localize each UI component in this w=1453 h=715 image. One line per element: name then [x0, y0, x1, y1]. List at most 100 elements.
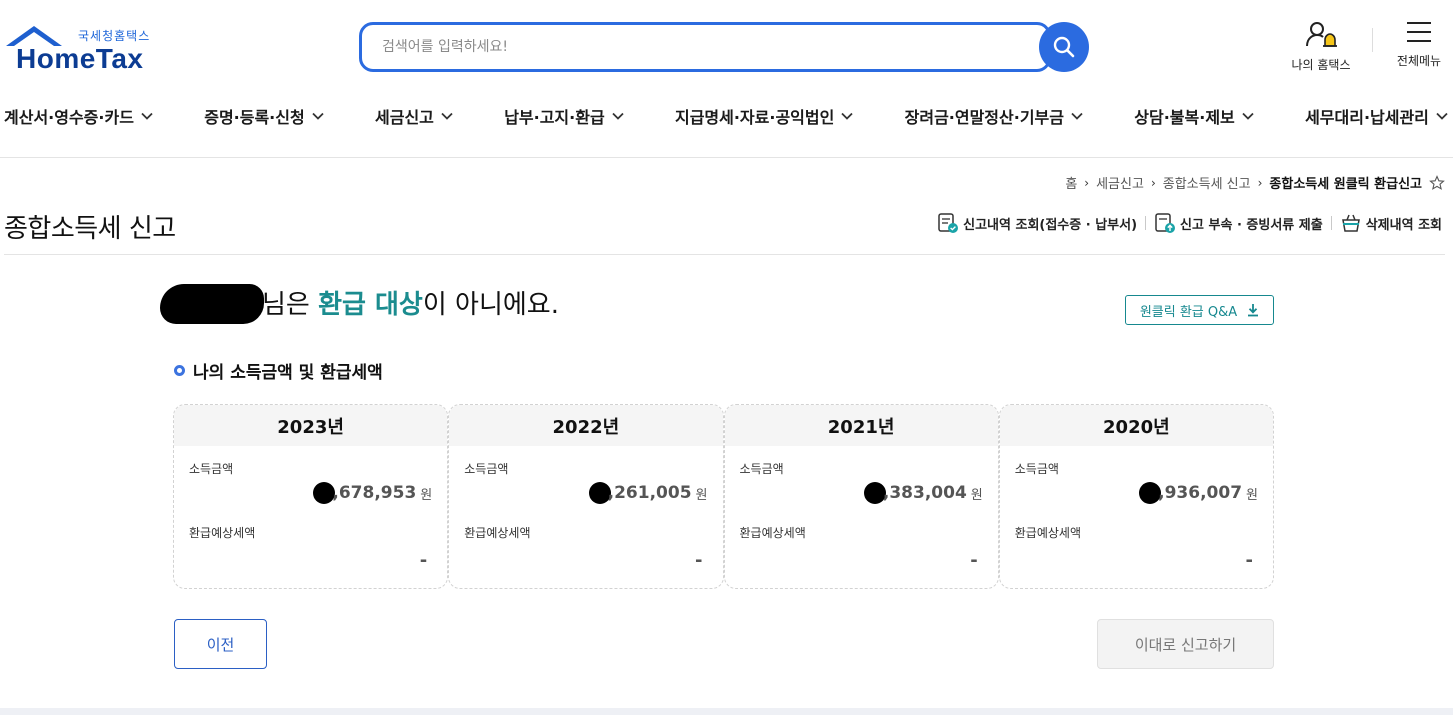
- action-divider: [1330, 216, 1332, 230]
- nav-divider: [0, 157, 1453, 158]
- chevron-down-icon: [1242, 112, 1254, 120]
- income-value: ,261,005: [607, 483, 692, 503]
- nav-item-invoices[interactable]: 계산서·영수증·카드: [4, 104, 154, 128]
- nav-item-label: 상담·불복·제보: [1134, 108, 1235, 127]
- title-divider: [4, 254, 1445, 255]
- year-card: 2023년 소득금액 ,678,953 원 환급예상세액 -: [173, 404, 449, 589]
- nav-item-tax-agent[interactable]: 세무대리·납세관리: [1305, 104, 1449, 128]
- nav-item-label: 계산서·영수증·카드: [4, 108, 134, 127]
- result-text-2: 이 아니에요.: [422, 290, 559, 320]
- year-label: 2023년: [174, 405, 448, 446]
- income-section-title: 나의 소득금액 및 환급세액: [174, 358, 383, 383]
- chevron-down-icon: [612, 112, 624, 120]
- action-divider: [1145, 216, 1147, 230]
- hometax-logo[interactable]: 국세청홈택스 HomeTax: [4, 22, 164, 74]
- nav-item-tax-filing[interactable]: 세금신고: [375, 104, 454, 128]
- chevron-down-icon: [841, 112, 853, 120]
- filing-history-link[interactable]: 신고내역 조회(접수증 · 납부서): [937, 212, 1137, 234]
- refund-label: 환급예상세액: [739, 526, 806, 540]
- result-text-1: 님은: [262, 290, 319, 320]
- nav-item-label: 장려금·연말정산·기부금: [904, 108, 1064, 127]
- nav-item-certificates[interactable]: 증명·등록·신청: [204, 104, 324, 128]
- page-actions: 신고내역 조회(접수증 · 납부서) 신고 부속 · 증빙서류 제출 삭제내역 …: [937, 212, 1442, 234]
- chevron-down-icon: [441, 112, 453, 120]
- refund-label: 환급예상세액: [189, 526, 256, 540]
- breadcrumb-current: 종합소득세 원클릭 환급신고: [1269, 177, 1422, 192]
- year-card: 2020년 소득금액 ,936,007 원 환급예상세액 -: [998, 404, 1274, 589]
- currency-unit: 원: [1246, 487, 1258, 503]
- income-value: ,678,953: [332, 483, 417, 503]
- attachment-submit-link[interactable]: 신고 부속 · 증빙서류 제출: [1154, 212, 1323, 234]
- income-amount: ,936,007 원: [1139, 482, 1258, 504]
- refund-label: 환급예상세액: [1014, 526, 1081, 540]
- download-icon: [1248, 304, 1259, 317]
- search-icon: [1053, 36, 1075, 58]
- nav-item-statements[interactable]: 지급명세·자료·공익법인: [675, 104, 854, 128]
- search-button[interactable]: [1039, 22, 1089, 72]
- nav-item-label: 세금신고: [375, 108, 434, 127]
- breadcrumb-income-tax[interactable]: 종합소득세 신고: [1163, 173, 1251, 192]
- currency-unit: 원: [420, 487, 433, 503]
- year-label: 2022년: [449, 405, 723, 446]
- chevron-down-icon: [312, 112, 324, 120]
- breadcrumb-separator: ›: [1084, 175, 1090, 190]
- logo-subtitle: 국세청홈택스: [78, 29, 151, 43]
- breadcrumb-tax-filing[interactable]: 세금신고: [1096, 173, 1144, 192]
- logo-wordmark: HomeTax: [16, 43, 144, 74]
- income-value: ,936,007: [1158, 483, 1243, 503]
- chevron-down-icon: [141, 112, 153, 120]
- yearly-income-cards: 2023년 소득금액 ,678,953 원 환급예상세액 - 2022년 소득금…: [173, 404, 1274, 589]
- income-value: ,383,004: [882, 483, 967, 503]
- year-label: 2021년: [724, 405, 998, 446]
- nav-item-payment[interactable]: 납부·고지·환급: [504, 104, 624, 128]
- breadcrumb-home[interactable]: 홈: [1065, 173, 1077, 192]
- income-label: 소득금액: [739, 462, 784, 476]
- basket-icon: [1341, 214, 1360, 232]
- income-amount: ,678,953 원: [313, 482, 432, 504]
- footer-band: [0, 708, 1453, 715]
- hamburger-icon: [1407, 22, 1431, 42]
- page-title: 종합소득세 신고: [4, 214, 176, 244]
- nav-item-label: 납부·고지·환급: [504, 108, 605, 127]
- currency-unit: 원: [695, 487, 708, 503]
- refund-result-message: 님은 환급 대상이 아니에요.: [262, 284, 559, 321]
- header-divider: [1372, 28, 1373, 52]
- breadcrumb-separator: ›: [1150, 175, 1156, 190]
- income-label: 소득금액: [464, 462, 509, 476]
- attachment-submit-label: 신고 부속 · 증빙서류 제출: [1180, 217, 1323, 233]
- refund-value: -: [419, 550, 428, 571]
- nav-item-consulting[interactable]: 상담·불복·제보: [1134, 104, 1254, 128]
- search-box: [359, 22, 1051, 72]
- nav-item-label: 세무대리·납세관리: [1305, 108, 1429, 127]
- prev-button[interactable]: 이전: [174, 619, 267, 669]
- main-nav: 계산서·영수증·카드 증명·등록·신청 세금신고 납부·고지·환급 지급명세·자…: [0, 96, 1453, 136]
- chevron-down-icon: [1071, 112, 1083, 120]
- filing-history-label: 신고내역 조회(접수증 · 납부서): [963, 217, 1138, 233]
- my-hometax-button[interactable]: 나의 홈택스: [1282, 20, 1360, 73]
- search-input[interactable]: [362, 25, 962, 69]
- refund-value: -: [970, 550, 978, 571]
- star-icon[interactable]: [1429, 174, 1445, 191]
- all-menu-button[interactable]: 전체메뉴: [1388, 20, 1450, 69]
- user-bell-icon: [1306, 22, 1337, 47]
- refund-value: -: [695, 550, 703, 571]
- deleted-history-link[interactable]: 삭제내역 조회: [1340, 212, 1442, 234]
- qa-button-label: 원클릭 환급 Q&A: [1139, 304, 1238, 320]
- my-hometax-label: 나의 홈택스: [1291, 58, 1351, 72]
- year-label: 2020년: [999, 405, 1273, 446]
- section-title-text: 나의 소득금액 및 환급세액: [193, 363, 383, 383]
- refund-value: -: [1245, 550, 1253, 571]
- nav-item-label: 지급명세·자료·공익법인: [674, 108, 835, 127]
- result-highlight: 환급 대상: [318, 290, 423, 320]
- bullet-ring-icon: [174, 365, 185, 376]
- masked-user-name: [160, 284, 264, 324]
- all-menu-label: 전체메뉴: [1396, 54, 1442, 68]
- submit-as-is-button[interactable]: 이대로 신고하기: [1097, 619, 1274, 669]
- document-upload-icon: [1155, 213, 1176, 233]
- breadcrumb-separator: ›: [1257, 175, 1263, 190]
- nav-item-incentives[interactable]: 장려금·연말정산·기부금: [905, 104, 1084, 128]
- year-card: 2021년 소득금액 ,383,004 원 환급예상세액 -: [723, 404, 999, 589]
- refund-qa-download-button[interactable]: 원클릭 환급 Q&A: [1125, 295, 1274, 325]
- income-amount: ,383,004 원: [863, 482, 983, 504]
- income-label: 소득금액: [189, 462, 234, 476]
